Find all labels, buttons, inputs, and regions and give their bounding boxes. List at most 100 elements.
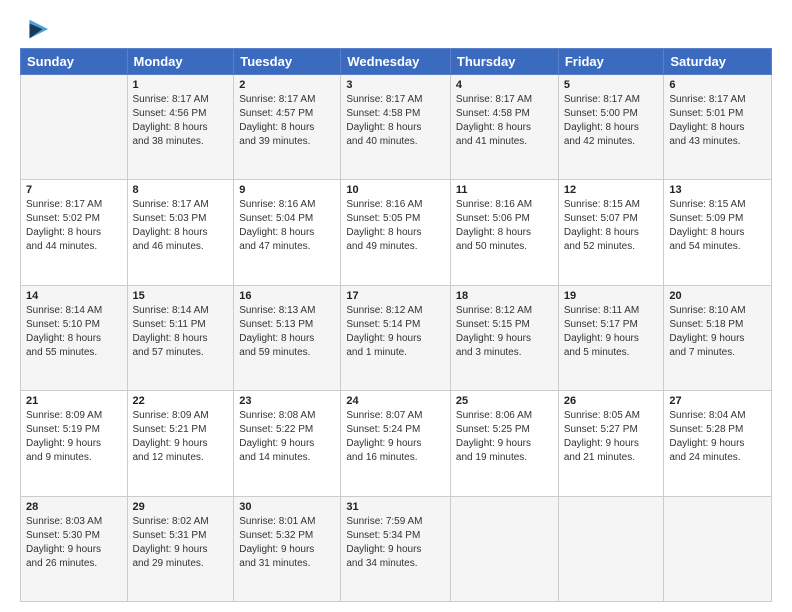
day-info: Sunrise: 8:17 AM Sunset: 4:58 PM Dayligh… <box>346 93 445 149</box>
day-info: Sunrise: 8:17 AM Sunset: 4:58 PM Dayligh… <box>456 93 553 149</box>
header-cell-tuesday: Tuesday <box>234 49 341 75</box>
day-number: 3 <box>346 79 445 91</box>
day-cell <box>450 496 558 601</box>
day-info: Sunrise: 8:07 AM Sunset: 5:24 PM Dayligh… <box>346 409 445 465</box>
day-number: 20 <box>669 290 766 302</box>
day-info: Sunrise: 8:08 AM Sunset: 5:22 PM Dayligh… <box>239 409 335 465</box>
day-number: 31 <box>346 501 445 513</box>
day-cell: 5 Sunrise: 8:17 AM Sunset: 5:00 PM Daylig… <box>558 75 664 180</box>
day-cell: 19 Sunrise: 8:11 AM Sunset: 5:17 PM Dayli… <box>558 285 664 390</box>
day-info: Sunrise: 8:15 AM Sunset: 5:09 PM Dayligh… <box>669 198 766 254</box>
day-cell: 6Sunrise: 8:17 AM Sunset: 5:01 PM Daylig… <box>664 75 772 180</box>
day-number: 27 <box>669 395 766 407</box>
day-cell: 31 Sunrise: 7:59 AM Sunset: 5:34 PM Dayli… <box>341 496 451 601</box>
day-number: 4 <box>456 79 553 91</box>
day-cell: 25 Sunrise: 8:06 AM Sunset: 5:25 PM Dayli… <box>450 391 558 496</box>
day-cell: 11 Sunrise: 8:16 AM Sunset: 5:06 PM Dayli… <box>450 180 558 285</box>
day-number: 16 <box>239 290 335 302</box>
day-cell: 16 Sunrise: 8:13 AM Sunset: 5:13 PM Dayli… <box>234 285 341 390</box>
day-info: Sunrise: 8:11 AM Sunset: 5:17 PM Dayligh… <box>564 304 659 360</box>
day-number: 17 <box>346 290 445 302</box>
day-info: Sunrise: 8:17 AM Sunset: 4:57 PM Dayligh… <box>239 93 335 149</box>
day-info: Sunrise: 8:17 AM Sunset: 4:56 PM Dayligh… <box>133 93 229 149</box>
day-number: 28 <box>26 501 122 513</box>
day-number: 19 <box>564 290 659 302</box>
day-number: 12 <box>564 184 659 196</box>
page: SundayMondayTuesdayWednesdayThursdayFrid… <box>0 0 792 612</box>
day-info: Sunrise: 8:06 AM Sunset: 5:25 PM Dayligh… <box>456 409 553 465</box>
header-row: SundayMondayTuesdayWednesdayThursdayFrid… <box>21 49 772 75</box>
day-info: Sunrise: 8:16 AM Sunset: 5:05 PM Dayligh… <box>346 198 445 254</box>
day-info: Sunrise: 8:09 AM Sunset: 5:19 PM Dayligh… <box>26 409 122 465</box>
day-cell: 21 Sunrise: 8:09 AM Sunset: 5:19 PM Dayli… <box>21 391 128 496</box>
day-info: Sunrise: 8:03 AM Sunset: 5:30 PM Dayligh… <box>26 515 122 571</box>
day-cell: 28 Sunrise: 8:03 AM Sunset: 5:30 PM Dayli… <box>21 496 128 601</box>
logo <box>20 20 50 40</box>
day-cell <box>558 496 664 601</box>
day-number: 25 <box>456 395 553 407</box>
day-info: Sunrise: 8:16 AM Sunset: 5:06 PM Dayligh… <box>456 198 553 254</box>
day-info: Sunrise: 8:04 AM Sunset: 5:28 PM Dayligh… <box>669 409 766 465</box>
day-cell: 30 Sunrise: 8:01 AM Sunset: 5:32 PM Dayli… <box>234 496 341 601</box>
day-info: Sunrise: 8:15 AM Sunset: 5:07 PM Dayligh… <box>564 198 659 254</box>
week-row-3: 14 Sunrise: 8:14 AM Sunset: 5:10 PM Dayli… <box>21 285 772 390</box>
day-info: Sunrise: 8:02 AM Sunset: 5:31 PM Dayligh… <box>133 515 229 571</box>
day-cell: 29 Sunrise: 8:02 AM Sunset: 5:31 PM Dayli… <box>127 496 234 601</box>
day-cell: 14 Sunrise: 8:14 AM Sunset: 5:10 PM Dayli… <box>21 285 128 390</box>
day-cell: 4 Sunrise: 8:17 AM Sunset: 4:58 PM Daylig… <box>450 75 558 180</box>
day-number: 24 <box>346 395 445 407</box>
day-cell: 20 Sunrise: 8:10 AM Sunset: 5:18 PM Dayli… <box>664 285 772 390</box>
day-cell: 8Sunrise: 8:17 AM Sunset: 5:03 PM Daylig… <box>127 180 234 285</box>
week-row-2: 7Sunrise: 8:17 AM Sunset: 5:02 PM Daylig… <box>21 180 772 285</box>
day-number: 21 <box>26 395 122 407</box>
day-number: 2 <box>239 79 335 91</box>
day-number: 23 <box>239 395 335 407</box>
day-info: Sunrise: 8:14 AM Sunset: 5:11 PM Dayligh… <box>133 304 229 360</box>
day-number: 15 <box>133 290 229 302</box>
day-cell: 26Sunrise: 8:05 AM Sunset: 5:27 PM Dayli… <box>558 391 664 496</box>
day-cell: 12 Sunrise: 8:15 AM Sunset: 5:07 PM Dayli… <box>558 180 664 285</box>
header-cell-sunday: Sunday <box>21 49 128 75</box>
day-cell: 10 Sunrise: 8:16 AM Sunset: 5:05 PM Dayli… <box>341 180 451 285</box>
day-info: Sunrise: 7:59 AM Sunset: 5:34 PM Dayligh… <box>346 515 445 571</box>
day-info: Sunrise: 8:17 AM Sunset: 5:01 PM Dayligh… <box>669 93 766 149</box>
header-cell-wednesday: Wednesday <box>341 49 451 75</box>
day-number: 14 <box>26 290 122 302</box>
day-cell: 15 Sunrise: 8:14 AM Sunset: 5:11 PM Dayli… <box>127 285 234 390</box>
day-info: Sunrise: 8:13 AM Sunset: 5:13 PM Dayligh… <box>239 304 335 360</box>
day-cell: 3 Sunrise: 8:17 AM Sunset: 4:58 PM Daylig… <box>341 75 451 180</box>
day-info: Sunrise: 8:10 AM Sunset: 5:18 PM Dayligh… <box>669 304 766 360</box>
header <box>20 16 772 40</box>
day-number: 29 <box>133 501 229 513</box>
day-cell: 23 Sunrise: 8:08 AM Sunset: 5:22 PM Dayli… <box>234 391 341 496</box>
week-row-1: 1Sunrise: 8:17 AM Sunset: 4:56 PM Daylig… <box>21 75 772 180</box>
header-cell-friday: Friday <box>558 49 664 75</box>
day-cell: 13 Sunrise: 8:15 AM Sunset: 5:09 PM Dayli… <box>664 180 772 285</box>
day-cell: 27 Sunrise: 8:04 AM Sunset: 5:28 PM Dayli… <box>664 391 772 496</box>
week-row-4: 21 Sunrise: 8:09 AM Sunset: 5:19 PM Dayli… <box>21 391 772 496</box>
day-number: 7 <box>26 184 122 196</box>
day-info: Sunrise: 8:09 AM Sunset: 5:21 PM Dayligh… <box>133 409 229 465</box>
day-cell: 7Sunrise: 8:17 AM Sunset: 5:02 PM Daylig… <box>21 180 128 285</box>
day-info: Sunrise: 8:17 AM Sunset: 5:00 PM Dayligh… <box>564 93 659 149</box>
day-number: 26 <box>564 395 659 407</box>
day-number: 30 <box>239 501 335 513</box>
day-cell <box>664 496 772 601</box>
day-number: 10 <box>346 184 445 196</box>
day-info: Sunrise: 8:16 AM Sunset: 5:04 PM Dayligh… <box>239 198 335 254</box>
header-cell-thursday: Thursday <box>450 49 558 75</box>
day-number: 22 <box>133 395 229 407</box>
day-number: 5 <box>564 79 659 91</box>
day-info: Sunrise: 8:14 AM Sunset: 5:10 PM Dayligh… <box>26 304 122 360</box>
day-cell: 18Sunrise: 8:12 AM Sunset: 5:15 PM Dayli… <box>450 285 558 390</box>
day-number: 8 <box>133 184 229 196</box>
logo-icon <box>22 16 50 44</box>
day-cell: 17 Sunrise: 8:12 AM Sunset: 5:14 PM Dayli… <box>341 285 451 390</box>
day-cell: 2 Sunrise: 8:17 AM Sunset: 4:57 PM Daylig… <box>234 75 341 180</box>
day-info: Sunrise: 8:12 AM Sunset: 5:14 PM Dayligh… <box>346 304 445 360</box>
day-info: Sunrise: 8:01 AM Sunset: 5:32 PM Dayligh… <box>239 515 335 571</box>
day-cell: 24 Sunrise: 8:07 AM Sunset: 5:24 PM Dayli… <box>341 391 451 496</box>
day-cell: 22 Sunrise: 8:09 AM Sunset: 5:21 PM Dayli… <box>127 391 234 496</box>
day-number: 11 <box>456 184 553 196</box>
day-number: 13 <box>669 184 766 196</box>
